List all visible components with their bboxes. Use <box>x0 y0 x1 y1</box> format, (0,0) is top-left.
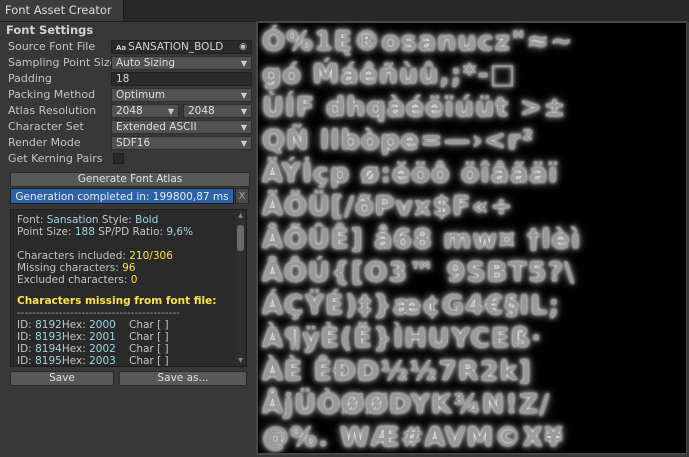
source-font-file-field[interactable]: Aa SANSATION_BOLD ◉ <box>111 40 252 54</box>
scroll-up-icon[interactable]: ▲ <box>236 212 245 219</box>
packing-method-value: Optimum <box>116 89 166 101</box>
included-line: Characters included: 210/306 <box>17 250 173 262</box>
section-title: Font Settings <box>6 23 94 37</box>
report-divider: ----------------------------------------… <box>17 307 180 319</box>
font-asset-icon: Aa <box>116 44 127 52</box>
save-as-button[interactable]: Save as... <box>119 371 247 386</box>
missing-line: Missing characters: 96 <box>17 262 136 274</box>
atlas-glyph-row: ÁÇŸÉ)‡}æ¢G4€§IL; <box>262 290 561 321</box>
atlas-glyph-row: @%. WÆ#AVM©X¥ <box>262 422 564 453</box>
missing-header: Characters missing from font file: <box>17 295 217 307</box>
font-style: Bold <box>135 214 159 226</box>
atlas-resolution-label: Atlas Resolution <box>8 104 97 117</box>
progress-bar: Generation completed in: 199800,87 ms <box>10 188 234 204</box>
source-font-file-row: Source Font File Aa SANSATION_BOLD ◉ <box>8 39 252 55</box>
font-info-line: Font: Sansation Style: Bold <box>17 214 159 226</box>
atlas-glyph-row: gó Ḿáêñùû,;*-□ <box>262 59 517 90</box>
sampling-point-size-dropdown[interactable]: Auto Sizing ▼ <box>111 56 252 70</box>
tab-bar: Font Asset Creator <box>0 0 689 22</box>
atlas-width-value: 2048 <box>116 105 143 117</box>
atlas-preview-panel: Ó%1Ę®osanucz"≈~ gó Ḿáêñùû,;*-□ ÙÍF dhqàéëï… <box>256 21 687 455</box>
chevron-down-icon: ▼ <box>240 139 247 148</box>
packing-method-row: Packing Method Optimum ▼ <box>8 87 252 103</box>
character-set-label: Character Set <box>8 120 84 133</box>
atlas-glyph-row: ÂÕÛÊ] å68 mw¤ †lèì <box>262 224 582 255</box>
chevron-down-icon: ▼ <box>240 107 247 116</box>
missing-char-row: ID: 8194Hex: 2002 Char [ ] <box>17 343 169 355</box>
save-button[interactable]: Save <box>10 371 114 386</box>
atlas-height-value: 2048 <box>188 105 215 117</box>
generate-font-atlas-button[interactable]: Generate Font Atlas <box>10 172 250 187</box>
atlas-glyph-row: QÑ llbòpe=—›<r² <box>262 125 535 156</box>
kerning-checkbox[interactable] <box>113 153 124 164</box>
padding-row: Padding 18 <box>8 71 252 87</box>
missing-char-row: ID: 8192Hex: 2000 Char [ ] <box>17 319 169 331</box>
atlas-height-dropdown[interactable]: 2048 ▼ <box>183 104 252 118</box>
point-size-line: Point Size: 188 SP/PD Ratio: 9,6% <box>17 226 194 238</box>
render-mode-label: Render Mode <box>8 136 81 149</box>
render-mode-row: Render Mode SDF16 ▼ <box>8 135 252 151</box>
atlas-glyph-row: Ó%1Ę®osanucz"≈~ <box>262 26 574 57</box>
missing-char-row: ID: 8195Hex: 2003 Char [ ] <box>17 355 169 367</box>
padding-label: Padding <box>8 72 52 85</box>
font-name: Sansation <box>46 214 99 226</box>
sampling-point-size-label: Sampling Point Size <box>8 56 117 69</box>
character-set-dropdown[interactable]: Extended ASCII ▼ <box>111 120 252 134</box>
atlas-glyph-row: ÀÈ ÊĐD½½7R2k] <box>262 356 532 387</box>
character-set-row: Character Set Extended ASCII ▼ <box>8 119 252 135</box>
tab-font-asset-creator[interactable]: Font Asset Creator <box>0 0 124 21</box>
atlas-glyph-row: À¶ÿÈ(Ë}ÌHUYCEß· <box>262 323 543 354</box>
close-progress-button[interactable]: X <box>235 188 249 204</box>
sampling-point-size-row: Sampling Point Size Auto Sizing ▼ <box>8 55 252 71</box>
atlas-glyph-row: ÂÔÚ{[O3™ 9SBT5?\ <box>262 257 576 288</box>
point-size-value: 188 <box>74 226 95 238</box>
source-font-file-label: Source Font File <box>8 40 96 53</box>
sp-pd-ratio-value: 9,6% <box>166 226 194 238</box>
atlas-glyph-row: ÃÖÜ[/ðPvx$F«÷ <box>262 191 514 222</box>
report-scrollbar[interactable]: ▲ ▼ <box>236 211 245 365</box>
generation-report[interactable]: Font: Sansation Style: Bold Point Size: … <box>10 209 247 367</box>
padding-input[interactable]: 18 <box>111 72 252 86</box>
packing-method-label: Packing Method <box>8 88 96 101</box>
excluded-line: Excluded characters: 0 <box>17 274 138 286</box>
atlas-glyph-row: ÄÝİçp ø:ĕöô öîâãäï <box>262 158 559 189</box>
scroll-down-icon[interactable]: ▼ <box>236 357 245 364</box>
source-font-file-value: SANSATION_BOLD <box>128 41 224 53</box>
excluded-value: 0 <box>130 274 138 286</box>
scrollbar-thumb[interactable] <box>237 225 244 251</box>
packing-method-dropdown[interactable]: Optimum ▼ <box>111 88 252 102</box>
atlas-glyph-row: ÙÍF dhqàéëïúüt >± <box>262 92 567 123</box>
included-value: 210/306 <box>129 250 173 262</box>
atlas-width-dropdown[interactable]: 2048 ▼ <box>111 104 179 118</box>
sampling-point-size-value: Auto Sizing <box>116 57 176 69</box>
object-picker-icon[interactable]: ◉ <box>239 41 247 53</box>
chevron-down-icon: ▼ <box>240 123 247 132</box>
render-mode-dropdown[interactable]: SDF16 ▼ <box>111 136 252 150</box>
atlas-resolution-row: Atlas Resolution 2048 ▼ 2048 ▼ <box>8 103 252 119</box>
atlas-glyph-row: ÅjÜÒØØDYK¾N!Z/ <box>262 389 551 420</box>
chevron-down-icon: ▼ <box>167 107 174 116</box>
kerning-row: Get Kerning Pairs <box>8 151 252 167</box>
render-mode-value: SDF16 <box>116 137 151 149</box>
font-atlas-texture: Ó%1Ę®osanucz"≈~ gó Ḿáêñùû,;*-□ ÙÍF dhqàéëï… <box>258 23 686 453</box>
chevron-down-icon: ▼ <box>240 59 247 68</box>
kerning-label: Get Kerning Pairs <box>8 152 103 165</box>
chevron-down-icon: ▼ <box>240 91 247 100</box>
missing-value: 96 <box>122 262 136 274</box>
missing-char-row: ID: 8193Hex: 2001 Char [ ] <box>17 331 169 343</box>
character-set-value: Extended ASCII <box>116 121 197 133</box>
